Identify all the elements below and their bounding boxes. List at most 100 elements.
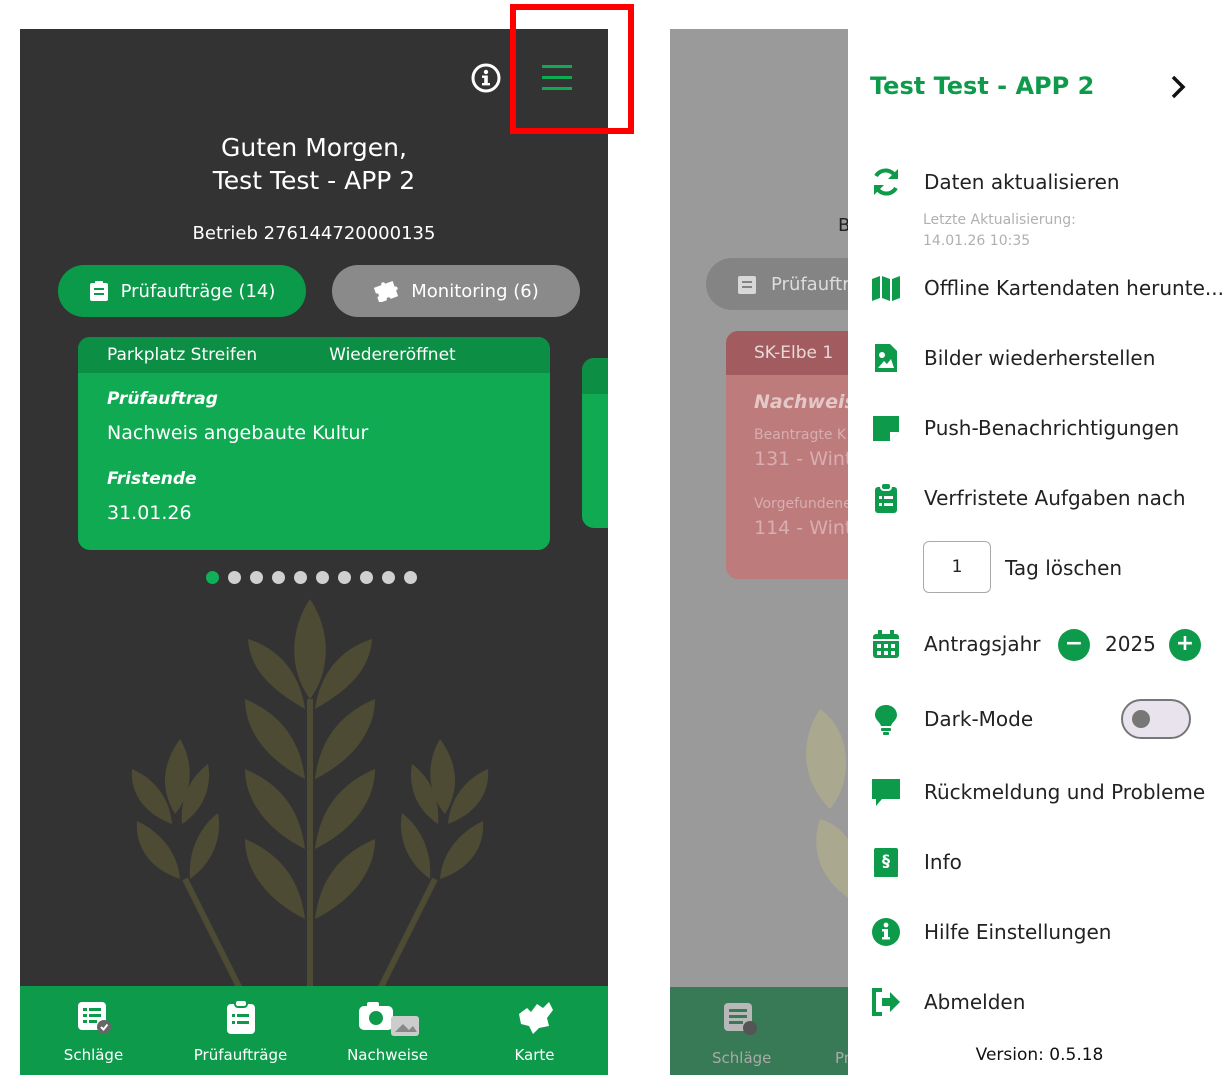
svg-text:§: § — [882, 851, 890, 870]
carousel-dot[interactable] — [228, 571, 241, 584]
last-update-info: Letzte Aktualisierung: 14.01.26 10:35 — [923, 210, 1076, 252]
paragraph-book-icon: § — [874, 848, 898, 877]
task-deadline-value: 31.01.26 — [107, 502, 192, 524]
last-update-label: Letzte Aktualisierung: — [923, 212, 1076, 228]
menu-offline-kartendaten[interactable]: Offline Kartendaten herunte... — [870, 272, 1224, 304]
logout-icon — [872, 988, 900, 1016]
tab-pruefauftraege-label: Prüfaufträge (14) — [120, 280, 276, 302]
nav-pruef-label-dimmed: Pr — [835, 1049, 848, 1067]
tab-monitoring[interactable]: Monitoring (6) — [332, 265, 580, 317]
carousel-dot[interactable] — [382, 571, 395, 584]
dark-mode-toggle[interactable] — [1121, 699, 1191, 739]
last-update-value: 14.01.26 10:35 — [923, 233, 1031, 249]
carousel-dot[interactable] — [250, 571, 263, 584]
card-label-partial: Nachweis — [754, 391, 848, 413]
menu-push-label: Push-Benachrichtigungen — [924, 416, 1180, 440]
greeting-line: Guten Morgen, — [221, 133, 407, 162]
tab-monitoring-label: Monitoring (6) — [411, 280, 539, 302]
nav-karte[interactable]: Karte — [461, 986, 608, 1075]
version-label: Version: 0.5.18 — [975, 1045, 1104, 1065]
menu-antragsjahr: Antragsjahr — [870, 628, 1041, 660]
betrieb-partial: B — [838, 215, 848, 236]
carousel-dot[interactable] — [338, 571, 351, 584]
menu-bilder-wiederherstellen[interactable]: Bilder wiederherstellen — [870, 342, 1155, 374]
task-type-label: Prüfauftrag — [107, 389, 218, 409]
tab-pruefauftraege-partial: Prüfauftr — [771, 273, 848, 295]
menu-push-benachrichtigungen[interactable]: Push-Benachrichtigungen — [870, 412, 1179, 444]
task-location: Parkplatz Streifen — [107, 345, 258, 365]
side-drawer: Test Test - APP 2 Daten aktualisieren Le… — [848, 29, 1231, 1075]
task-type-value: Nachweis angebaute Kultur — [107, 422, 369, 444]
drawer-title: Test Test - APP 2 — [870, 72, 1095, 100]
bottom-navigation: Schläge Prüfaufträge Nachweise Karte — [20, 986, 608, 1075]
info-icon[interactable] — [470, 62, 502, 94]
menu-verfristete-aufgaben: Verfristete Aufgaben nach — [870, 482, 1186, 514]
map-saxony-icon — [518, 1002, 553, 1034]
clipboard-list-icon — [875, 482, 897, 513]
card-row1-label: Beantragte K — [754, 427, 847, 443]
menu-info[interactable]: § Info — [870, 846, 962, 878]
lightbulb-icon — [875, 705, 897, 735]
clipboard-icon — [226, 1000, 255, 1034]
task-card-header: Parkplatz Streifen Wiedereröffnet — [78, 337, 550, 373]
home-screen-dimmed: B Prüfauftr SK-Elbe 1 Nachweis Beantragt… — [670, 29, 848, 1075]
clipboard-check-icon — [89, 281, 108, 301]
tab-pruefauftraege[interactable]: Prüfaufträge (14) — [58, 265, 306, 317]
image-file-icon — [875, 344, 897, 372]
wheat-illustration-dimmed — [806, 709, 848, 898]
nav-schlaege-label: Schläge — [63, 1046, 124, 1064]
user-name: Test Test - APP 2 — [212, 166, 416, 195]
carousel-dot[interactable] — [206, 571, 219, 584]
year-increment-button[interactable]: + — [1169, 629, 1201, 661]
nav-nachweise-label: Nachweise — [347, 1046, 428, 1064]
carousel-dot[interactable] — [294, 571, 307, 584]
card-row1-value: 131 - Wint — [754, 448, 848, 470]
days-input[interactable]: 1 — [923, 541, 991, 593]
menu-dark-mode-label: Dark-Mode — [924, 707, 1034, 731]
refresh-icon — [874, 168, 898, 196]
wheat-illustration — [131, 599, 489, 1009]
task-card-dimmed: SK-Elbe 1 Nachweis Beantragte K 131 - Wi… — [726, 331, 848, 579]
menu-daten-aktualisieren[interactable]: Daten aktualisieren — [870, 166, 1120, 198]
tab-pruefauftraege-dimmed: Prüfauftr — [706, 258, 848, 310]
fields-icon — [724, 1003, 757, 1035]
menu-rueckmeldung-label: Rückmeldung und Probleme — [924, 780, 1206, 804]
carousel-dot[interactable] — [272, 571, 285, 584]
card-title-partial: SK-Elbe 1 — [726, 331, 848, 375]
menu-offline-kartendaten-label: Offline Kartendaten herunte... — [924, 276, 1224, 300]
menu-rueckmeldung[interactable]: Rückmeldung und Probleme — [870, 776, 1205, 808]
menu-abmelden-label: Abmelden — [924, 990, 1026, 1014]
carousel-dot[interactable] — [360, 571, 373, 584]
nav-schlaege[interactable]: Schläge — [20, 986, 167, 1075]
menu-antragsjahr-label: Antragsjahr — [924, 632, 1041, 656]
menu-daten-aktualisieren-label: Daten aktualisieren — [924, 170, 1120, 194]
task-card[interactable]: Parkplatz Streifen Wiedereröffnet Prüfau… — [78, 337, 550, 550]
nav-pruefauftraege-label: Prüfaufträge — [193, 1046, 288, 1064]
task-card-next[interactable] — [582, 358, 608, 528]
chevron-right-icon[interactable] — [1166, 74, 1190, 100]
comment-icon — [872, 779, 900, 806]
card-row2-label: Vorgefundene — [754, 496, 848, 512]
home-screen: Guten Morgen, Test Test - APP 2 Betrieb … — [20, 29, 608, 1075]
menu-highlight-box — [510, 4, 634, 134]
carousel-dot[interactable] — [316, 571, 329, 584]
task-deadline-label: Fristende — [107, 469, 197, 489]
menu-bilder-wiederherstellen-label: Bilder wiederherstellen — [924, 346, 1156, 370]
menu-dark-mode: Dark-Mode — [870, 703, 1033, 735]
bottom-navigation-dimmed: Schläge Pr — [670, 987, 848, 1075]
menu-verfristete-label: Verfristete Aufgaben nach — [924, 486, 1186, 510]
nav-pruefauftraege[interactable]: Prüfaufträge — [167, 986, 314, 1075]
carousel-indicator — [206, 571, 417, 584]
menu-hilfe-einstellungen[interactable]: Hilfe Einstellungen — [870, 916, 1111, 948]
nav-nachweise[interactable]: Nachweise — [314, 986, 461, 1075]
days-suffix-label: Tag löschen — [1005, 556, 1123, 580]
menu-abmelden[interactable]: Abmelden — [870, 986, 1025, 1018]
carousel-dot[interactable] — [404, 571, 417, 584]
year-value: 2025 — [1105, 632, 1156, 656]
nav-schlaege-label-dimmed: Schläge — [712, 1049, 772, 1067]
year-decrement-button[interactable]: − — [1058, 629, 1090, 661]
betrieb-number: Betrieb 276144720000135 — [192, 223, 436, 244]
menu-info-label: Info — [924, 850, 962, 874]
puzzle-icon — [374, 281, 399, 302]
info-circle-icon — [872, 918, 900, 946]
